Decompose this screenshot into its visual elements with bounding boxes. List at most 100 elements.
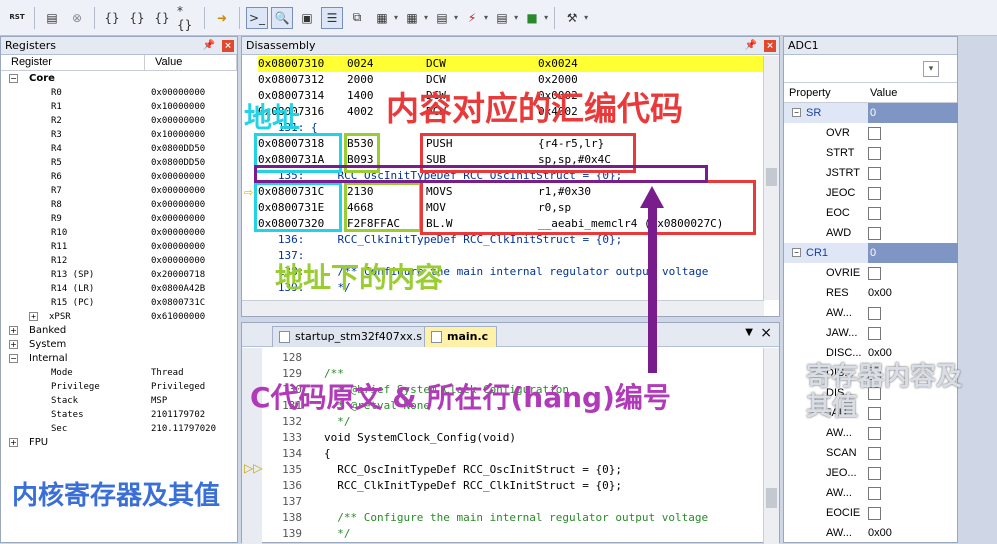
register-value[interactable]: 0x00000000 <box>151 254 205 268</box>
scrollbar-thumb[interactable] <box>766 168 777 186</box>
internal-row[interactable]: Sec 210.11797020 <box>1 422 237 436</box>
register-value[interactable]: 0x0800DD50 <box>151 156 205 170</box>
internal-row[interactable]: Privilege Privileged <box>1 380 237 394</box>
step-over-button[interactable]: {} <box>126 7 148 29</box>
chevron-down-icon[interactable]: ▾ <box>514 13 518 22</box>
chevron-down-icon[interactable]: ▾ <box>544 13 548 22</box>
tree-group-core[interactable]: − Core <box>1 72 237 86</box>
register-row[interactable]: R13 (SP) 0x20000718 <box>1 268 237 282</box>
register-row[interactable]: R11 0x00000000 <box>1 240 237 254</box>
vertical-scrollbar[interactable] <box>763 348 779 544</box>
collapse-icon[interactable]: − <box>792 248 801 257</box>
show-next-button[interactable]: ➜ <box>211 7 233 29</box>
watch-window-button[interactable]: ▦ <box>371 7 393 29</box>
pin-icon[interactable]: 📌 <box>203 37 215 54</box>
register-row[interactable]: R3 0x10000000 <box>1 128 237 142</box>
property-row[interactable]: JSTRT <box>784 163 957 183</box>
property-checkbox[interactable] <box>868 127 881 140</box>
property-row[interactable]: OVRIE <box>784 263 957 283</box>
register-value[interactable]: 0x10000000 <box>151 100 205 114</box>
property-row[interactable]: AW... 0x00 <box>784 523 957 543</box>
property-row[interactable]: EOCIE <box>784 503 957 523</box>
property-value[interactable]: 0x00 <box>868 523 892 543</box>
internal-row[interactable]: Mode Thread <box>1 366 237 380</box>
disassembly-line[interactable]: 0x08007310 0024 DCW 0x0024 <box>258 56 779 72</box>
step-out-button[interactable]: {} <box>151 7 173 29</box>
system-viewer-button[interactable]: ■ <box>521 7 543 29</box>
property-row[interactable]: SCAN <box>784 443 957 463</box>
code-line[interactable]: 128 <box>242 350 779 366</box>
column-register[interactable]: Register <box>1 55 145 70</box>
property-value[interactable]: 0x00 <box>868 283 892 303</box>
register-row[interactable]: + xPSR 0x61000000 <box>1 310 237 324</box>
property-row[interactable]: JEO... <box>784 463 957 483</box>
property-checkbox[interactable] <box>868 207 881 220</box>
chevron-down-icon[interactable]: ▾ <box>394 13 398 22</box>
serial-window-button[interactable]: ▤ <box>431 7 453 29</box>
property-checkbox[interactable] <box>868 507 881 520</box>
property-checkbox[interactable] <box>868 467 881 480</box>
property-value[interactable]: 0 <box>868 103 958 123</box>
code-line[interactable]: 133 void SystemClock_Config(void) <box>242 430 779 446</box>
registers-window-button[interactable]: ☰ <box>321 6 343 29</box>
pin-icon[interactable]: 📌 <box>745 37 757 54</box>
property-checkbox[interactable] <box>868 487 881 500</box>
tab-list-dropdown-icon[interactable]: ▼ <box>745 327 753 338</box>
register-row[interactable]: R7 0x00000000 <box>1 184 237 198</box>
property-checkbox[interactable] <box>868 267 881 280</box>
chevron-down-icon[interactable]: ▾ <box>424 13 428 22</box>
vertical-scrollbar[interactable] <box>763 56 779 300</box>
register-value[interactable]: 0x0800A42B <box>151 282 205 296</box>
register-value[interactable]: 0x61000000 <box>151 310 205 324</box>
register-value[interactable]: 0x00000000 <box>151 226 205 240</box>
property-row[interactable]: AW... <box>784 483 957 503</box>
code-line[interactable]: 135 RCC_OscInitTypeDef RCC_OscInitStruct… <box>242 462 779 478</box>
property-row[interactable]: AW... <box>784 303 957 323</box>
command-window-button[interactable]: >_ <box>246 6 268 29</box>
code-line[interactable]: 134 { <box>242 446 779 462</box>
register-row[interactable]: R4 0x0800DD50 <box>1 142 237 156</box>
reset-button[interactable]: RST <box>6 7 28 29</box>
property-value[interactable]: 0x00 <box>868 343 892 363</box>
register-row[interactable]: R10 0x00000000 <box>1 226 237 240</box>
property-checkbox[interactable] <box>868 227 881 240</box>
chevron-down-icon[interactable]: ▾ <box>584 13 588 22</box>
code-line[interactable]: 138 /** Configure the main internal regu… <box>242 510 779 526</box>
property-row[interactable]: DISC... 0x00 <box>784 343 957 363</box>
register-row[interactable]: R5 0x0800DD50 <box>1 156 237 170</box>
register-value[interactable]: 0x00000000 <box>151 86 205 100</box>
internal-row[interactable]: Stack MSP <box>1 394 237 408</box>
tree-group-system[interactable]: + System <box>1 338 237 352</box>
property-row[interactable]: OVR <box>784 123 957 143</box>
register-row[interactable]: R2 0x00000000 <box>1 114 237 128</box>
property-row[interactable]: STRT <box>784 143 957 163</box>
register-value[interactable]: 0x00000000 <box>151 212 205 226</box>
chevron-down-icon[interactable]: ▾ <box>923 61 939 77</box>
register-row[interactable]: R15 (PC) 0x0800731C <box>1 296 237 310</box>
register-value[interactable]: 0x00000000 <box>151 240 205 254</box>
tree-group-internal[interactable]: − Internal <box>1 352 237 366</box>
collapse-icon[interactable]: − <box>792 108 801 117</box>
register-value[interactable]: 0x0800731C <box>151 296 205 310</box>
register-value[interactable]: 0x0800DD50 <box>151 142 205 156</box>
collapse-icon[interactable]: − <box>9 354 18 363</box>
symbols-window-button[interactable]: ▣ <box>296 7 318 29</box>
property-checkbox[interactable] <box>868 427 881 440</box>
expand-icon[interactable]: + <box>29 312 38 321</box>
column-value[interactable]: Value <box>145 55 237 70</box>
property-row[interactable]: AWD <box>784 223 957 243</box>
horizontal-scrollbar[interactable] <box>242 300 764 316</box>
property-row[interactable]: EOC <box>784 203 957 223</box>
peripheral-dropdown[interactable]: ▾ <box>784 55 957 83</box>
register-row[interactable]: R14 (LR) 0x0800A42B <box>1 282 237 296</box>
property-checkbox[interactable] <box>868 307 881 320</box>
memory-window-button[interactable]: ▦ <box>401 7 423 29</box>
property-row[interactable]: JEOC <box>784 183 957 203</box>
register-value[interactable]: 0x00000000 <box>151 184 205 198</box>
register-row[interactable]: R12 0x00000000 <box>1 254 237 268</box>
register-row[interactable]: R9 0x00000000 <box>1 212 237 226</box>
property-row[interactable]: AW... <box>784 423 957 443</box>
register-row[interactable]: R0 0x00000000 <box>1 86 237 100</box>
code-line[interactable]: 137 <box>242 494 779 510</box>
tree-group-banked[interactable]: + Banked <box>1 324 237 338</box>
